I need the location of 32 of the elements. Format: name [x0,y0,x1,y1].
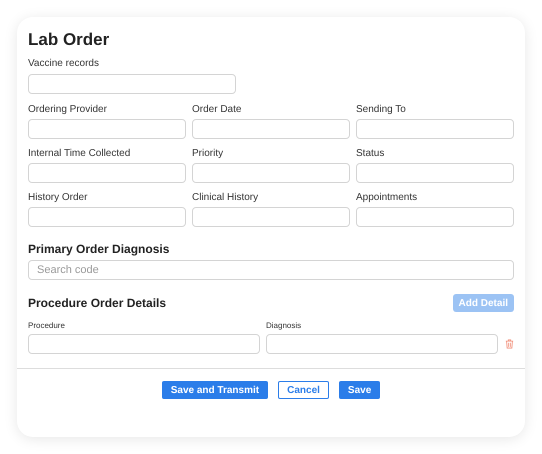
section-heading: Primary Order Diagnosis [28,241,170,257]
trash-icon[interactable] [505,338,514,350]
input-field[interactable] [192,207,350,227]
field-label: History Order [28,192,88,204]
save-button[interactable]: Save [338,381,380,399]
input-field[interactable] [192,163,350,183]
input-field[interactable] [28,207,186,227]
field-label: Vaccine records [28,58,100,70]
input-field[interactable] [192,119,350,139]
field-label: Order Date [192,104,242,116]
field-label: Priority [192,148,224,160]
input-field[interactable] [28,163,186,183]
field-label: Procedure [28,321,66,331]
field-label: Internal Time Collected [28,148,132,160]
save-button[interactable]: Save and Transmit [162,381,268,399]
cancel-button[interactable]: Cancel [278,381,329,399]
field-label: Clinical History [192,192,260,204]
input-field[interactable] [356,163,514,183]
input-field[interactable] [28,74,236,94]
field-label: Diagnosis [266,321,302,331]
input-field[interactable] [266,334,498,354]
input-field[interactable] [356,207,514,227]
input-field[interactable] [28,119,186,139]
input-field[interactable] [356,119,514,139]
search-field[interactable]: Search code [28,260,514,280]
input-field[interactable] [28,334,260,354]
field-label: Sending To [356,104,407,116]
field-label: Status [356,148,386,160]
form-title: Lab Order [28,29,110,51]
field-label: Ordering Provider [28,104,108,116]
field-label: Appointments [356,192,418,204]
section-heading: Procedure Order Details [28,295,166,311]
